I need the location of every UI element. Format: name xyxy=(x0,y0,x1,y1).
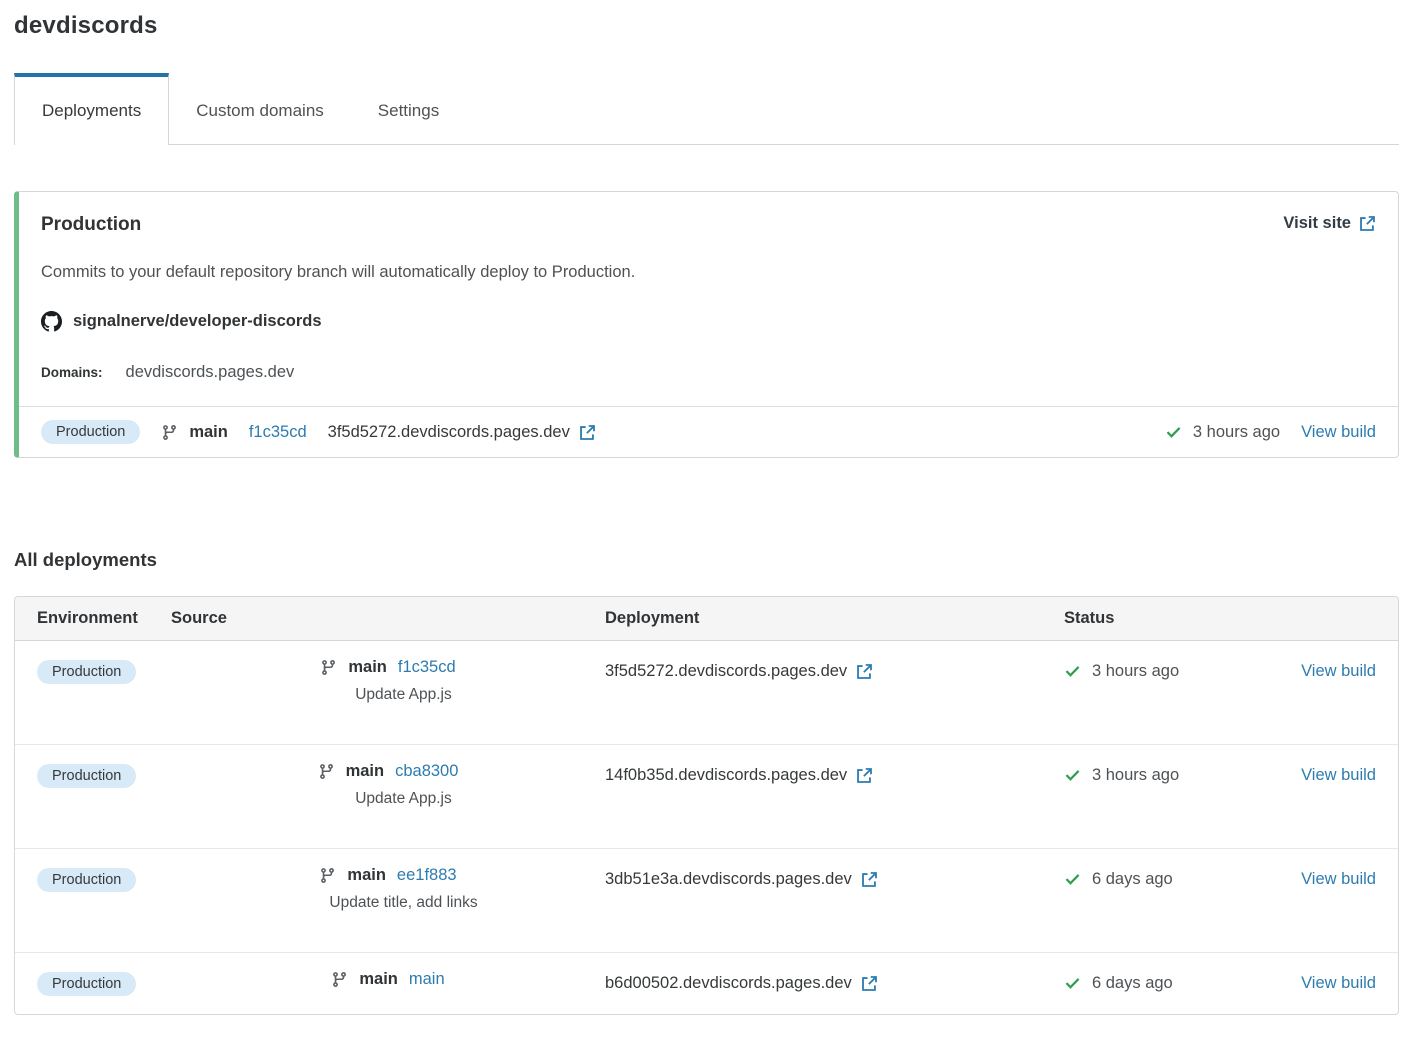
commit-link[interactable]: ee1f883 xyxy=(397,866,457,885)
branch-name: main xyxy=(348,658,387,677)
git-branch-icon xyxy=(319,867,336,884)
deployment-url: b6d00502.devdiscords.pages.dev xyxy=(605,974,852,993)
status-time: 3 hours ago xyxy=(1092,662,1179,681)
deployment-url-link[interactable]: 14f0b35d.devdiscords.pages.dev xyxy=(605,766,873,785)
visit-site-label: Visit site xyxy=(1283,214,1351,233)
column-header-environment: Environment xyxy=(37,609,171,628)
repository-link[interactable]: signalnerve/developer-discords xyxy=(41,311,322,332)
repository-name: signalnerve/developer-discords xyxy=(73,312,322,331)
pages-project-page: devdiscords Deployments Custom domains S… xyxy=(0,0,1413,1015)
table-header-row: Environment Source Deployment Status xyxy=(15,597,1398,641)
column-header-source: Source xyxy=(171,609,605,628)
production-card-body: Production Visit site Commits to your de… xyxy=(19,192,1398,406)
external-link-icon xyxy=(861,871,878,888)
domains-label: Domains: xyxy=(41,365,103,380)
deployment-url-link[interactable]: 3f5d5272.devdiscords.pages.dev xyxy=(605,662,873,681)
external-link-icon xyxy=(856,767,873,784)
commit-message: Update title, add links xyxy=(329,894,477,935)
view-build-link[interactable]: View build xyxy=(1301,766,1376,785)
external-link-icon xyxy=(861,975,878,992)
branch-name: main xyxy=(346,762,385,781)
column-header-deployment: Deployment xyxy=(605,609,1064,628)
table-row: Production main main b6d00502.devdiscord… xyxy=(15,952,1398,1014)
domains-row: Domains: devdiscords.pages.dev xyxy=(41,363,1376,382)
tab-bar: Deployments Custom domains Settings xyxy=(14,73,1399,145)
deployment-status: 3 hours ago xyxy=(1165,423,1280,442)
deployment-url: 3f5d5272.devdiscords.pages.dev xyxy=(605,662,847,681)
environment-badge: Production xyxy=(41,420,140,444)
production-description: Commits to your default repository branc… xyxy=(41,263,1376,282)
branch-name: main xyxy=(189,423,228,442)
production-card: Production Visit site Commits to your de… xyxy=(14,191,1399,458)
git-branch-icon xyxy=(320,659,337,676)
tab-custom-domains[interactable]: Custom domains xyxy=(169,73,351,144)
deployment-url: 3f5d5272.devdiscords.pages.dev xyxy=(328,423,570,442)
tab-deployments[interactable]: Deployments xyxy=(14,73,169,145)
status-time: 3 hours ago xyxy=(1092,766,1179,785)
all-deployments-title: All deployments xyxy=(14,549,1399,571)
view-build-link[interactable]: View build xyxy=(1301,662,1376,681)
external-link-icon xyxy=(579,424,596,441)
check-icon xyxy=(1064,767,1081,784)
deployment-url: 3db51e3a.devdiscords.pages.dev xyxy=(605,870,852,889)
domains-value: devdiscords.pages.dev xyxy=(126,363,295,382)
table-row: Production main cba8300 Update App.js 14… xyxy=(15,744,1398,848)
view-build-link[interactable]: View build xyxy=(1301,870,1376,889)
visit-site-link[interactable]: Visit site xyxy=(1283,214,1376,233)
git-branch-icon xyxy=(318,763,335,780)
table-row: Production main ee1f883 Update title, ad… xyxy=(15,848,1398,952)
tab-settings[interactable]: Settings xyxy=(351,73,466,144)
deployment-url: 14f0b35d.devdiscords.pages.dev xyxy=(605,766,847,785)
status-time: 6 days ago xyxy=(1092,974,1173,993)
status-time: 6 days ago xyxy=(1092,870,1173,889)
deployment-url-link[interactable]: 3db51e3a.devdiscords.pages.dev xyxy=(605,870,878,889)
deployment-url-link[interactable]: b6d00502.devdiscords.pages.dev xyxy=(605,974,878,993)
branch-name: main xyxy=(347,866,386,885)
branch-name: main xyxy=(359,970,398,989)
commit-message: Update App.js xyxy=(355,790,452,831)
production-deployment-row: Production main f1c35cd 3f5d5272.devdisc… xyxy=(19,406,1398,457)
deployment-status: 3 hours ago xyxy=(1064,766,1179,785)
environment-badge: Production xyxy=(37,868,136,892)
git-branch-icon xyxy=(331,971,348,988)
external-link-icon xyxy=(1359,215,1376,232)
commit-link[interactable]: f1c35cd xyxy=(398,658,456,677)
deployment-url-link[interactable]: 3f5d5272.devdiscords.pages.dev xyxy=(328,423,596,442)
commit-link[interactable]: f1c35cd xyxy=(249,423,307,442)
deployment-status: 6 days ago xyxy=(1064,974,1173,993)
check-icon xyxy=(1064,975,1081,992)
deployment-status: 3 hours ago xyxy=(1064,662,1179,681)
column-header-status: Status xyxy=(1064,609,1256,628)
commit-link[interactable]: cba8300 xyxy=(395,762,458,781)
commit-link[interactable]: main xyxy=(409,970,445,989)
deployment-status: 6 days ago xyxy=(1064,870,1173,889)
git-branch-icon xyxy=(161,424,178,441)
view-build-link[interactable]: View build xyxy=(1301,974,1376,993)
table-row: Production main f1c35cd Update App.js 3f… xyxy=(15,641,1398,744)
commit-message: Update App.js xyxy=(355,686,452,727)
check-icon xyxy=(1064,663,1081,680)
external-link-icon xyxy=(856,663,873,680)
environment-badge: Production xyxy=(37,972,136,996)
production-card-title: Production xyxy=(41,214,141,236)
status-time: 3 hours ago xyxy=(1193,423,1280,442)
github-icon xyxy=(41,311,62,332)
view-build-link[interactable]: View build xyxy=(1301,423,1376,442)
deployments-table: Environment Source Deployment Status Pro… xyxy=(14,596,1399,1015)
environment-badge: Production xyxy=(37,764,136,788)
page-title: devdiscords xyxy=(14,12,1399,40)
check-icon xyxy=(1165,424,1182,441)
environment-badge: Production xyxy=(37,660,136,684)
check-icon xyxy=(1064,871,1081,888)
